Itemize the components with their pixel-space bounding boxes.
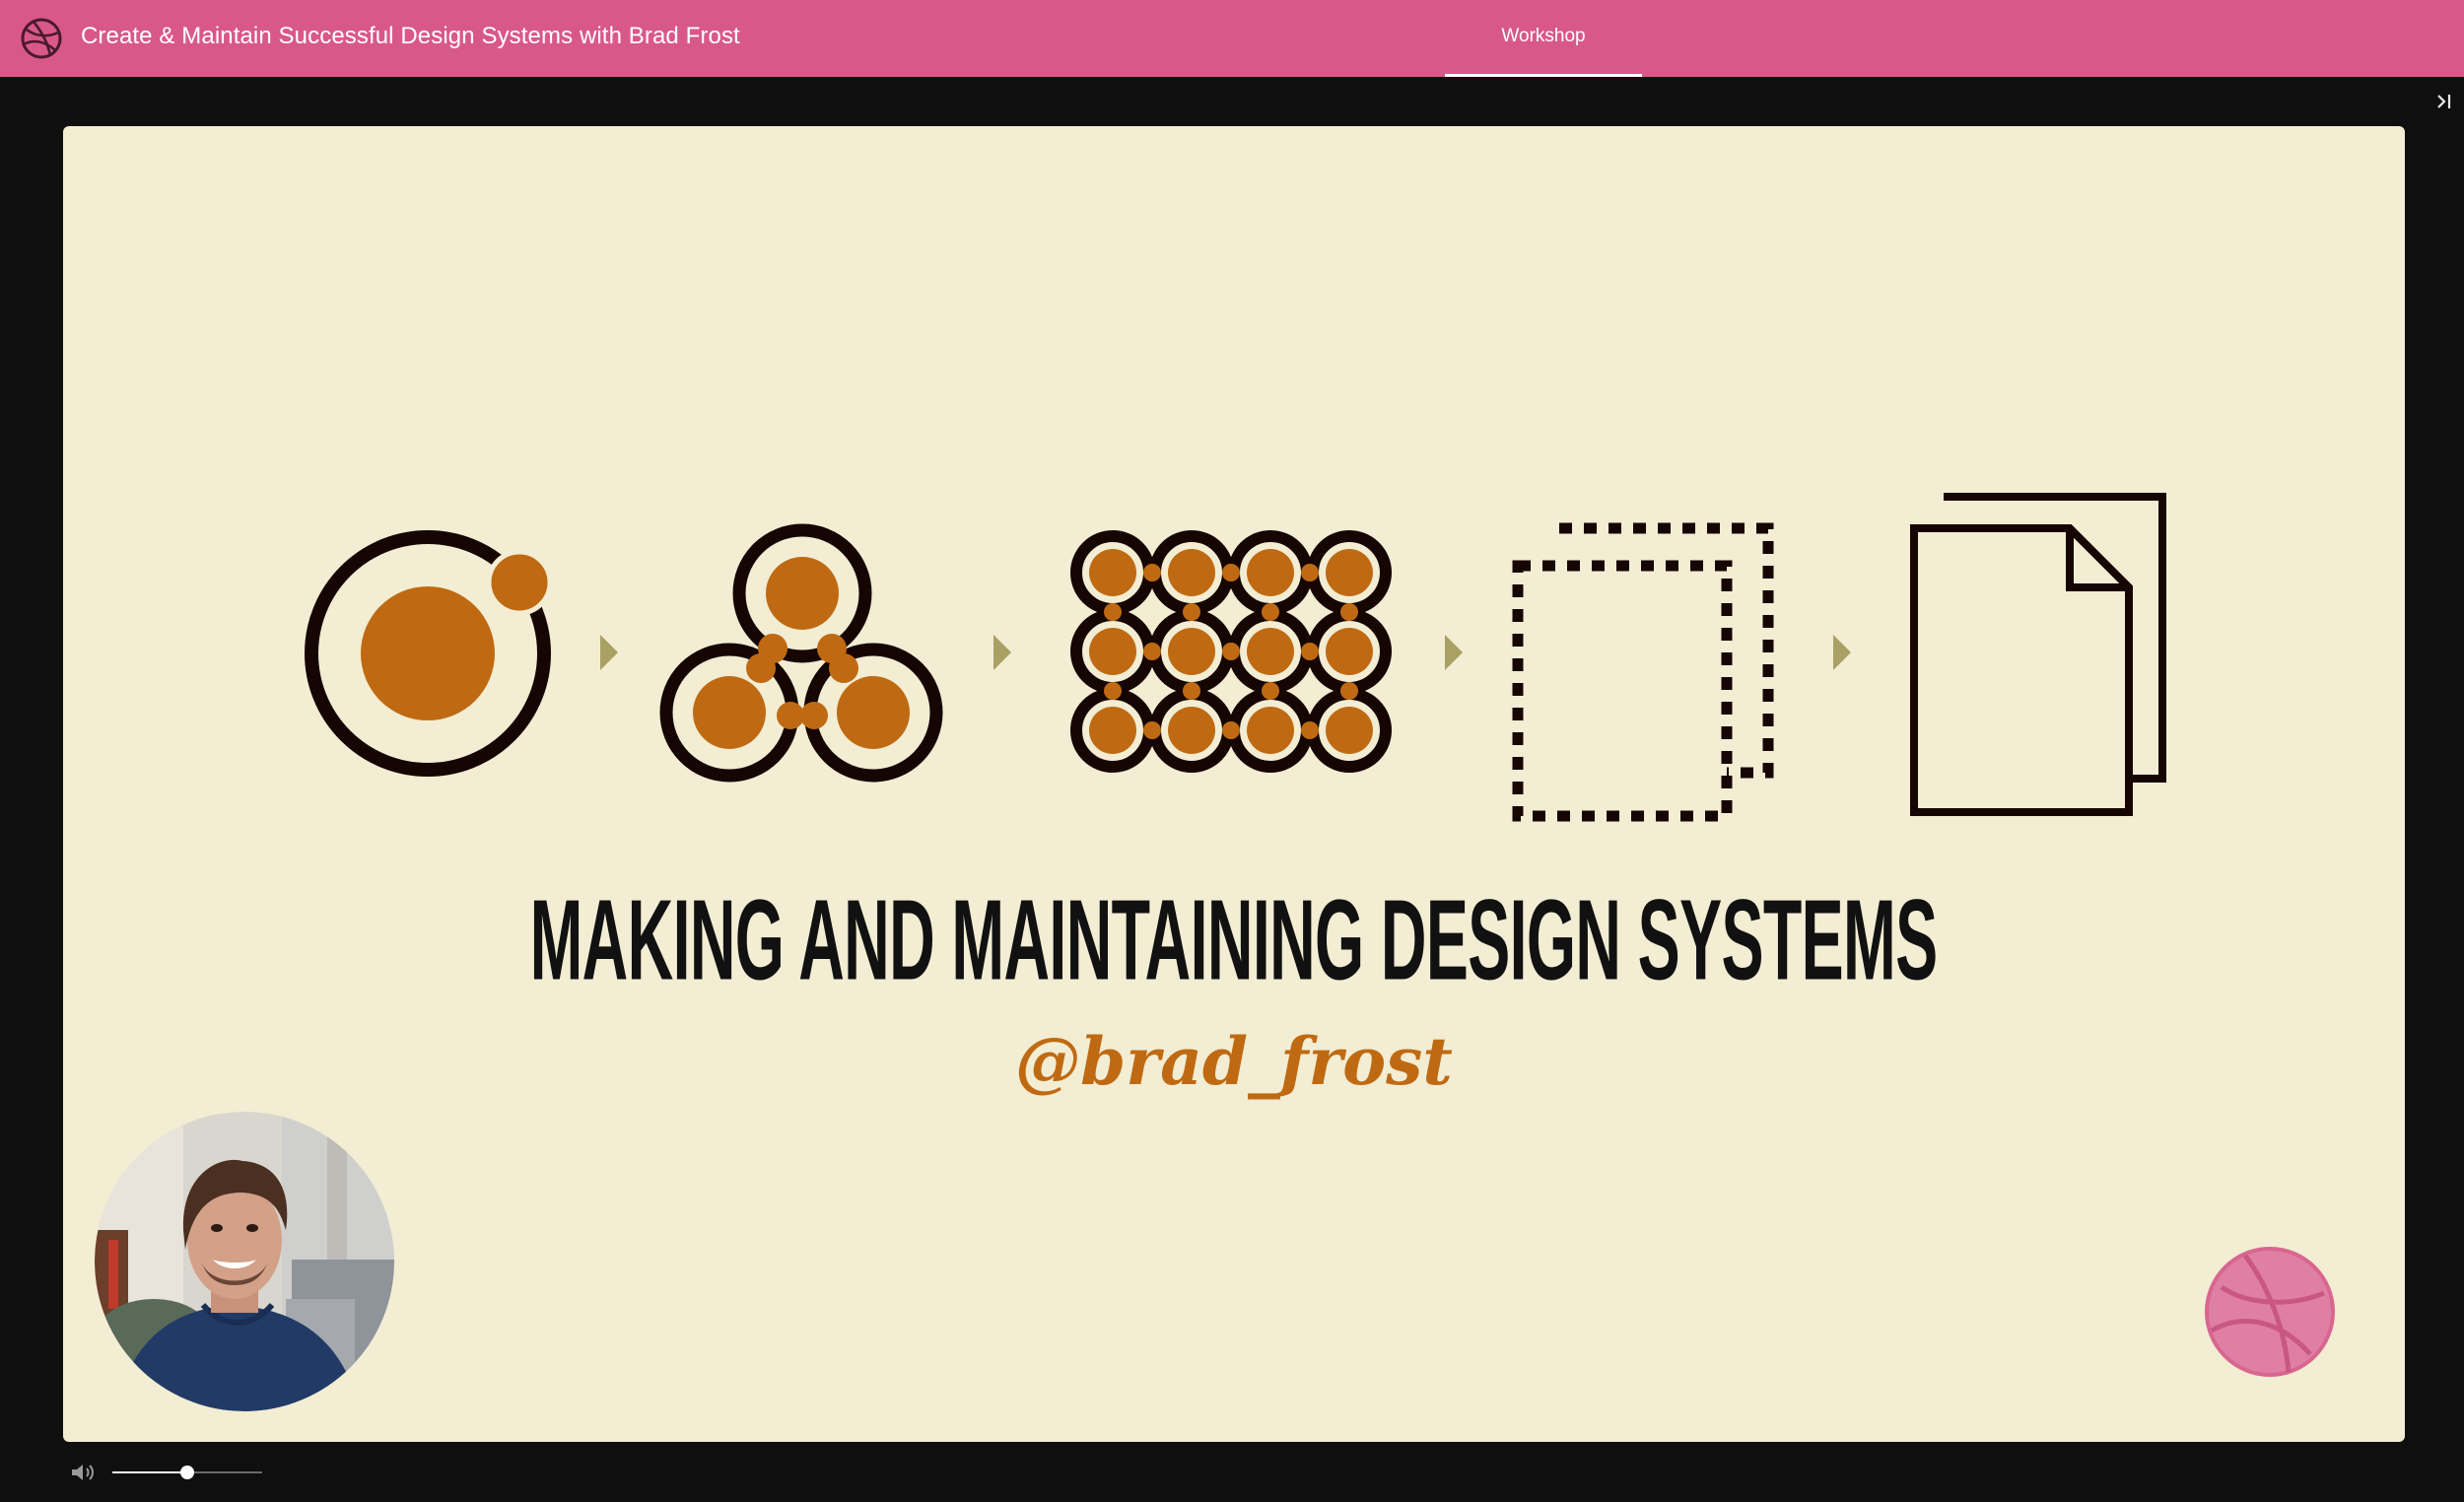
template-icon <box>1512 522 1774 822</box>
organism-cell <box>1301 564 1319 581</box>
organism-cell <box>1326 549 1373 596</box>
collapse-panel-icon[interactable] <box>2432 91 2458 112</box>
active-tab-indicator <box>1445 74 1642 77</box>
slide-heading: MAKING AND MAINTAINING DESIGN SYSTEMS <box>530 876 1939 1005</box>
organism-cell <box>1340 682 1358 700</box>
tab-workshop-label: Workshop <box>1501 26 1586 46</box>
dribbble-logo-icon[interactable] <box>18 15 65 62</box>
organism-cell <box>1247 628 1294 675</box>
organism-cell <box>1183 682 1200 700</box>
organism-cell <box>1247 549 1294 596</box>
arrow-icon <box>600 635 618 670</box>
organism-icon <box>1070 530 1392 773</box>
organism-cell <box>1301 643 1319 660</box>
volume-slider[interactable] <box>112 1465 262 1480</box>
speaker-icon[interactable] <box>69 1461 97 1484</box>
organism-cell <box>1262 603 1279 621</box>
organism-cell <box>1089 628 1136 675</box>
organism-cell <box>1247 707 1294 754</box>
organism-cell <box>1104 603 1122 621</box>
organism-cell <box>1183 603 1200 621</box>
tab-workshop[interactable]: Workshop <box>1445 0 1642 77</box>
organism-cell <box>1104 682 1122 700</box>
organism-cell <box>1326 628 1373 675</box>
organism-cell <box>1222 564 1240 581</box>
volume-knob[interactable] <box>180 1466 194 1479</box>
arrow-icon <box>993 635 1011 670</box>
atomic-design-diagram <box>305 493 2166 822</box>
header-bar: Create & Maintain Successful Design Syst… <box>0 0 2464 77</box>
organism-cell <box>1168 628 1215 675</box>
organism-cell <box>1143 721 1161 739</box>
arrow-icon <box>1445 635 1463 670</box>
organism-cell <box>1301 721 1319 739</box>
organism-cell <box>1222 721 1240 739</box>
organism-cell <box>1168 707 1215 754</box>
organism-cell <box>1143 564 1161 581</box>
presenter-webcam[interactable] <box>95 1112 394 1411</box>
organism-cell <box>1089 549 1136 596</box>
presentation-slide: MAKING AND MAINTAINING DESIGN SYSTEMS @b… <box>63 126 2405 1442</box>
molecule-icon <box>659 523 943 783</box>
page-title: Create & Maintain Successful Design Syst… <box>81 23 740 49</box>
organism-cell <box>1326 707 1373 754</box>
organism-cell <box>1222 643 1240 660</box>
page-icon <box>1910 493 2166 816</box>
organism-cell <box>1143 643 1161 660</box>
app-window: Create & Maintain Successful Design Syst… <box>0 0 2464 1502</box>
dribbble-watermark-icon <box>2205 1247 2335 1377</box>
organism-cell <box>1168 549 1215 596</box>
atom-icon <box>305 530 553 777</box>
speaker-handle: @brad_frost <box>1015 1023 1453 1100</box>
volume-fill <box>112 1471 187 1473</box>
organism-cell <box>1089 707 1136 754</box>
organism-cell <box>1262 682 1279 700</box>
arrow-icon <box>1833 635 1851 670</box>
organism-cell <box>1340 603 1358 621</box>
